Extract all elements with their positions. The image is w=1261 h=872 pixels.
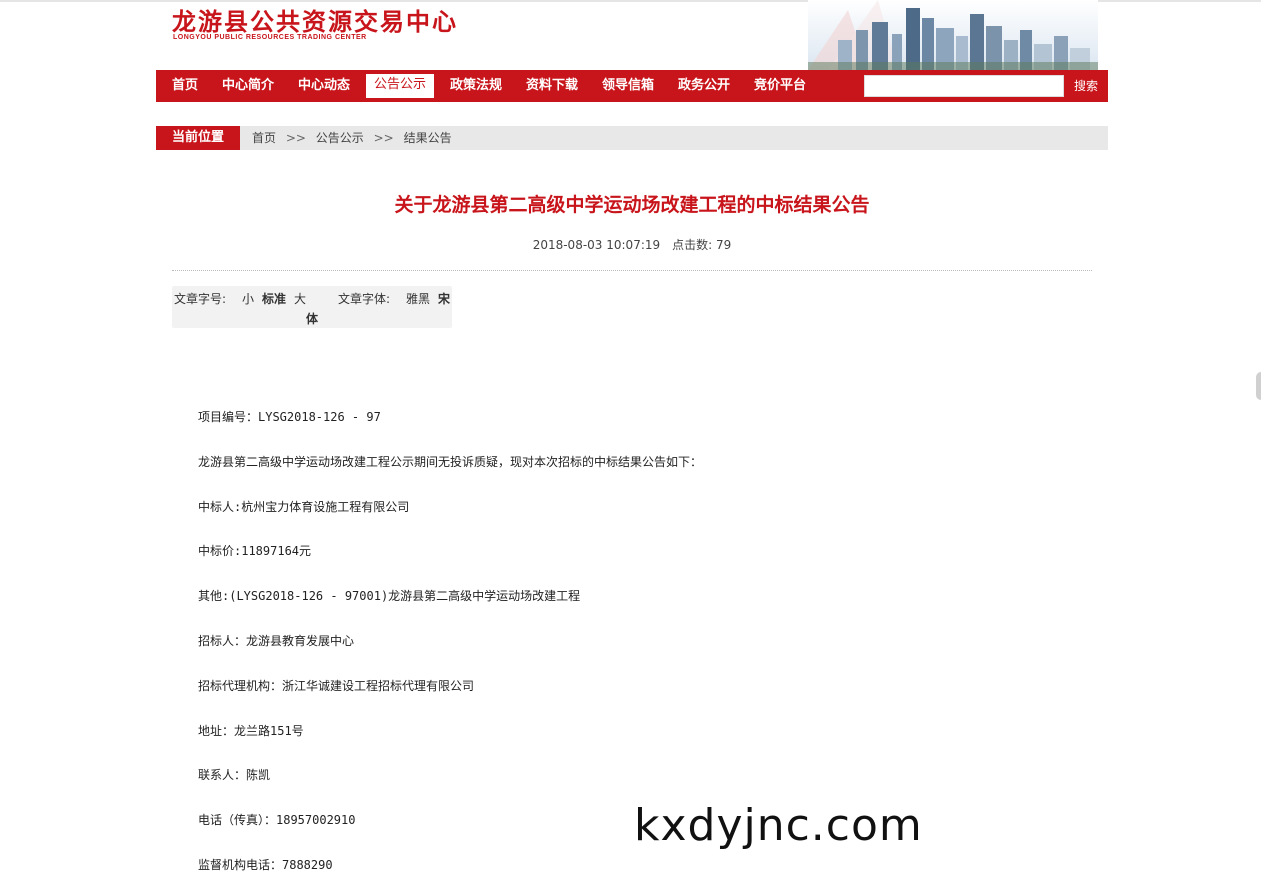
breadcrumb-path: 首页 >> 公告公示 >> 结果公告 <box>252 126 452 150</box>
breadcrumb-home-link[interactable]: 首页 <box>252 131 276 145</box>
breadcrumb-announcements-link[interactable]: 公告公示 <box>316 131 364 145</box>
breadcrumb: 当前位置 首页 >> 公告公示 >> 结果公告 <box>156 126 1108 150</box>
font-face-song-tail[interactable]: 体 <box>306 310 318 327</box>
breadcrumb-separator: >> <box>285 131 306 145</box>
font-size-standard-button[interactable]: 标准 <box>262 290 286 307</box>
nav-item-news[interactable]: 中心动态 <box>298 70 350 102</box>
paragraph-phone: 电话（传真）：18957002910 <box>198 813 356 828</box>
paragraph-supervision-phone: 监督机构电话：7888290 <box>198 857 333 872</box>
font-face-label: 文章字体: <box>338 292 391 306</box>
city-skyline-banner <box>808 0 1098 70</box>
article-title: 关于龙游县第二高级中学运动场改建工程的中标结果公告 <box>394 194 870 216</box>
nav-item-bidding-platform[interactable]: 竞价平台 <box>754 70 806 102</box>
font-face-song-button[interactable]: 宋 <box>438 290 450 307</box>
article-body: 项目编号：LYSG2018-126 - 97 龙游县第二高级中学运动场改建工程公… <box>198 408 1068 872</box>
paragraph-price: 中标价:11897164元 <box>198 544 312 559</box>
site-logo-title[interactable]: 龙游县公共资源交易中心 <box>172 2 458 37</box>
nav-item-home[interactable]: 首页 <box>172 70 198 102</box>
font-size-large-button[interactable]: 大 <box>294 290 306 307</box>
hits-label: 点击数: <box>672 238 713 252</box>
font-size-label: 文章字号: <box>174 292 227 306</box>
font-controls: 文章字号: 小 标准 大 文章字体: 雅黑 宋 体 <box>172 286 452 328</box>
paragraph-project-number: 项目编号：LYSG2018-126 - 97 <box>198 410 381 424</box>
page-container: 龙游县公共资源交易中心 LONGYOU PUBLIC RESOURCES TRA… <box>156 0 1108 872</box>
nav-item-gov-affairs[interactable]: 政务公开 <box>678 70 730 102</box>
article-meta: 2018-08-03 10:07:19 点击数: 79 <box>156 236 1108 253</box>
article-date: 2018-08-03 10:07:19 <box>532 238 661 252</box>
site-header: 龙游县公共资源交易中心 LONGYOU PUBLIC RESOURCES TRA… <box>156 0 1108 70</box>
title-divider <box>172 270 1092 271</box>
side-scroll-handle[interactable] <box>1256 372 1261 400</box>
nav-item-downloads[interactable]: 资料下载 <box>526 70 578 102</box>
breadcrumb-label: 当前位置 <box>156 126 240 150</box>
breadcrumb-results-link[interactable]: 结果公告 <box>404 131 452 145</box>
nav-item-mailbox[interactable]: 领导信箱 <box>602 70 654 102</box>
search-input[interactable] <box>864 75 1064 97</box>
nav-item-policies[interactable]: 政策法规 <box>450 70 502 102</box>
paragraph-winner: 中标人:杭州宝力体育设施工程有限公司 <box>198 499 410 514</box>
paragraph-contact: 联系人：陈凯 <box>198 768 271 783</box>
paragraph-agency: 招标代理机构：浙江华诚建设工程招标代理有限公司 <box>198 678 475 693</box>
paragraph-address: 地址：龙兰路151号 <box>198 723 304 738</box>
main-nav: 首页 中心简介 中心动态 公告公示 政策法规 资料下载 领导信箱 政务公开 竞价… <box>156 70 1108 102</box>
paragraph-tenderer: 招标人：龙游县教育发展中心 <box>198 633 355 648</box>
font-face-yahei-button[interactable]: 雅黑 <box>406 290 430 307</box>
watermark-text: kxdyjnc.com <box>634 800 923 851</box>
search-button[interactable]: 搜索 <box>1068 75 1104 97</box>
breadcrumb-separator: >> <box>373 131 394 145</box>
nav-item-about[interactable]: 中心简介 <box>222 70 274 102</box>
paragraph-other: 其他:(LYSG2018-126 - 97001)龙游县第二高级中学运动场改建工… <box>198 589 581 604</box>
hits-count: 79 <box>716 238 732 252</box>
site-logo-subtitle: LONGYOU PUBLIC RESOURCES TRADING CENTER <box>173 34 367 41</box>
paragraph-intro: 龙游县第二高级中学运动场改建工程公示期间无投诉质疑，现对本次招标的中标结果公告如… <box>198 454 703 469</box>
nav-item-announcements[interactable]: 公告公示 <box>366 74 435 98</box>
font-size-small-button[interactable]: 小 <box>242 290 254 307</box>
